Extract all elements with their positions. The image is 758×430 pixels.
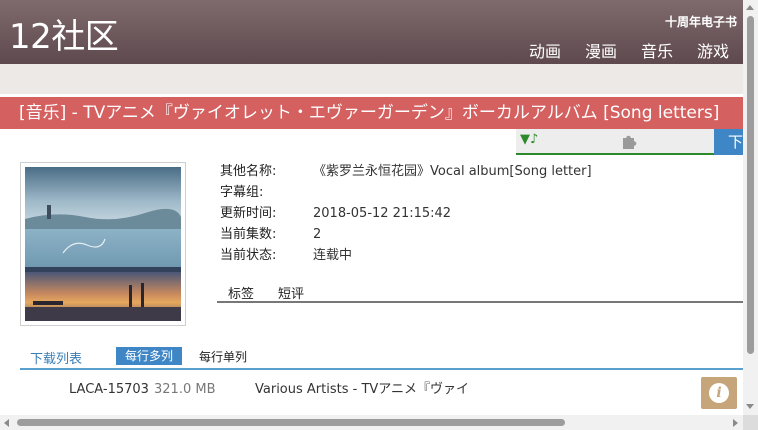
info-label: 当前状态:: [220, 248, 277, 263]
header-band: [0, 64, 743, 94]
album-cover-image: [25, 167, 181, 321]
page: 12社区 十周年电子书 动画 漫画 音乐 游戏 [音乐] - TVアニメ『ヴァイ…: [0, 0, 758, 430]
nav-item-anime[interactable]: 动画: [529, 38, 561, 62]
page-title: [音乐] - TVアニメ『ヴァイオレット・エヴァーガーデン』ボーカルアルバム […: [0, 97, 743, 129]
detail-tabs: 标签 短评: [217, 281, 743, 303]
player-music-icon[interactable]: ▼♪: [520, 132, 538, 147]
album-cover: [20, 162, 186, 326]
vertical-scroll-thumb[interactable]: [747, 16, 754, 354]
anniversary-ebook-link[interactable]: 十周年电子书: [665, 13, 737, 30]
tab-single-column[interactable]: 每行单列: [199, 348, 247, 365]
vertical-scrollbar[interactable]: [743, 0, 758, 415]
info-label: 字幕组:: [220, 185, 264, 200]
scrollbar-corner: [743, 415, 758, 430]
info-value: 《紫罗兰永恒花园》Vocal album[Song letter]: [313, 164, 592, 179]
file-code: LACA-15703: [69, 382, 149, 397]
info-label: 其他名称:: [220, 164, 277, 179]
nav-item-manga[interactable]: 漫画: [585, 38, 617, 62]
file-size: 321.0 MB: [154, 382, 216, 397]
horizontal-scrollbar[interactable]: [0, 415, 743, 430]
nav-item-music[interactable]: 音乐: [641, 38, 673, 62]
file-name-link[interactable]: Various Artists - TVアニメ『ヴァイ: [255, 379, 469, 401]
download-file-row[interactable]: LACA-15703 321.0 MB Various Artists - TV…: [20, 379, 743, 401]
site-header: 12社区 十周年电子书 动画 漫画 音乐 游戏: [0, 0, 743, 64]
scroll-up-arrow-icon[interactable]: [746, 5, 754, 10]
info-value: 连载中: [313, 248, 353, 263]
download-list-tabs: 下载列表 每行多列 每行单列: [20, 346, 743, 370]
music-player[interactable]: ▼♪: [516, 129, 714, 155]
info-value: 2: [313, 227, 322, 242]
scroll-down-arrow-icon[interactable]: [746, 404, 754, 409]
info-value: 2018-05-12 21:15:42: [313, 206, 452, 221]
nav-item-games[interactable]: 游戏: [697, 38, 729, 62]
download-list-title: 下载列表: [30, 352, 83, 367]
info-icon: i: [709, 383, 729, 403]
tab-reviews[interactable]: 短评: [278, 283, 304, 302]
main-nav: 动画 漫画 音乐 游戏: [529, 38, 729, 62]
plugin-icon: [623, 135, 637, 149]
info-label: 当前集数:: [220, 227, 277, 242]
info-button[interactable]: i: [701, 377, 737, 409]
site-logo[interactable]: 12社区: [9, 14, 119, 60]
horizontal-scroll-thumb[interactable]: [17, 419, 565, 426]
tab-tags[interactable]: 标签: [228, 283, 254, 302]
tab-multi-column[interactable]: 每行多列: [116, 347, 183, 365]
scroll-left-arrow-icon[interactable]: [4, 419, 9, 427]
info-label: 更新时间:: [220, 206, 277, 221]
scroll-right-arrow-icon[interactable]: [733, 419, 738, 427]
